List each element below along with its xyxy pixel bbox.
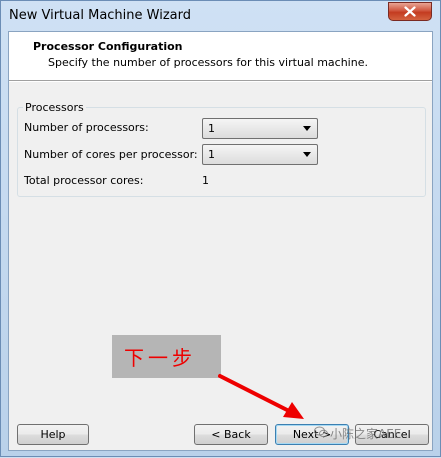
annotation-arrow-icon [218, 374, 304, 419]
watermark-text: 小陈之家AEE [330, 427, 402, 441]
wizard-window: New Virtual Machine Wizard Processor Con… [0, 0, 441, 457]
wechat-icon [314, 426, 328, 438]
